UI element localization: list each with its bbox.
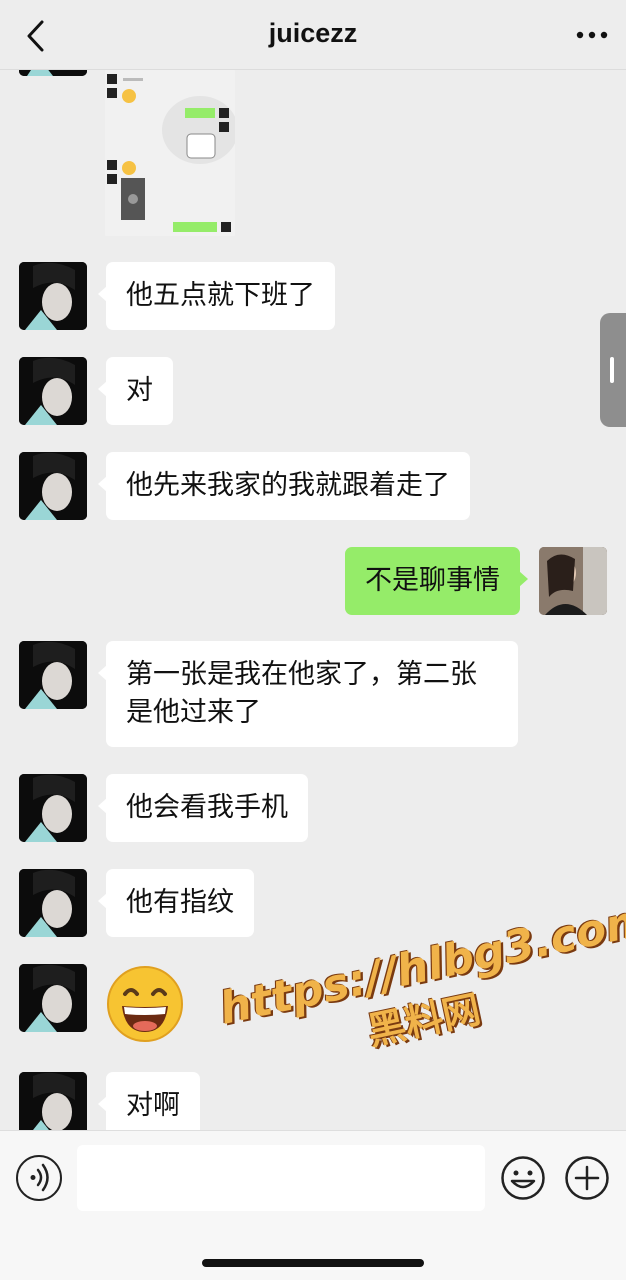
message-bubble[interactable]: 他五点就下班了 (98, 262, 335, 330)
contact-avatar[interactable] (19, 70, 87, 76)
message-text: 不是聊事情 (365, 565, 500, 596)
message-text: 他会看我手机 (126, 792, 288, 823)
plus-icon (565, 1156, 609, 1200)
contact-avatar[interactable] (19, 774, 87, 842)
contact-avatar[interactable] (19, 1072, 87, 1130)
message-text: 第一张是我在他家了，第二张是他过来了 (126, 659, 477, 728)
message-text: 他先来我家的我就跟着走了 (126, 470, 450, 501)
message-text: 他五点就下班了 (126, 280, 315, 311)
more-dots-icon (576, 31, 608, 39)
contact-avatar[interactable] (19, 964, 87, 1032)
message-bubble[interactable]: 他先来我家的我就跟着走了 (98, 452, 470, 520)
contact-avatar[interactable] (19, 452, 87, 520)
message-bubble[interactable]: 第一张是我在他家了，第二张是他过来了 (98, 641, 518, 747)
message-text: 他有指纹 (126, 887, 234, 918)
more-functions-button[interactable] (564, 1155, 610, 1201)
message-bubble[interactable]: 对 (98, 357, 173, 425)
contact-avatar[interactable] (19, 357, 87, 425)
more-button[interactable] (572, 20, 612, 50)
emoji-button[interactable] (500, 1155, 546, 1201)
message-bubble[interactable]: 对啊 (98, 1072, 200, 1130)
input-bar (0, 1130, 626, 1280)
grinning-face-icon (107, 966, 183, 1042)
image-message[interactable] (105, 70, 235, 236)
message-text: 对啊 (126, 1090, 180, 1121)
message-bubble-outgoing[interactable]: 不是聊事情 (345, 547, 528, 615)
contact-avatar[interactable] (19, 262, 87, 330)
message-text: 对 (126, 375, 153, 406)
message-bubble[interactable]: 他有指纹 (98, 869, 254, 937)
message-bubble[interactable]: 他会看我手机 (98, 774, 308, 842)
contact-avatar[interactable] (19, 641, 87, 709)
chat-title: juicezz (268, 18, 358, 48)
home-indicator[interactable] (202, 1259, 424, 1267)
smile-icon (501, 1156, 545, 1200)
message-input[interactable] (77, 1145, 485, 1211)
chat-header: juicezz (0, 0, 626, 70)
emoji-message[interactable] (105, 964, 185, 1044)
voice-icon (30, 1163, 49, 1192)
side-drawer-handle[interactable] (600, 313, 626, 427)
contact-avatar[interactable] (19, 869, 87, 937)
my-avatar[interactable] (539, 547, 607, 615)
voice-button[interactable] (16, 1155, 62, 1201)
message-list[interactable]: 他五点就下班了 对 他先来我家的我就跟着走了 不是聊事情 第一张是我在他家了，第… (0, 70, 626, 1130)
